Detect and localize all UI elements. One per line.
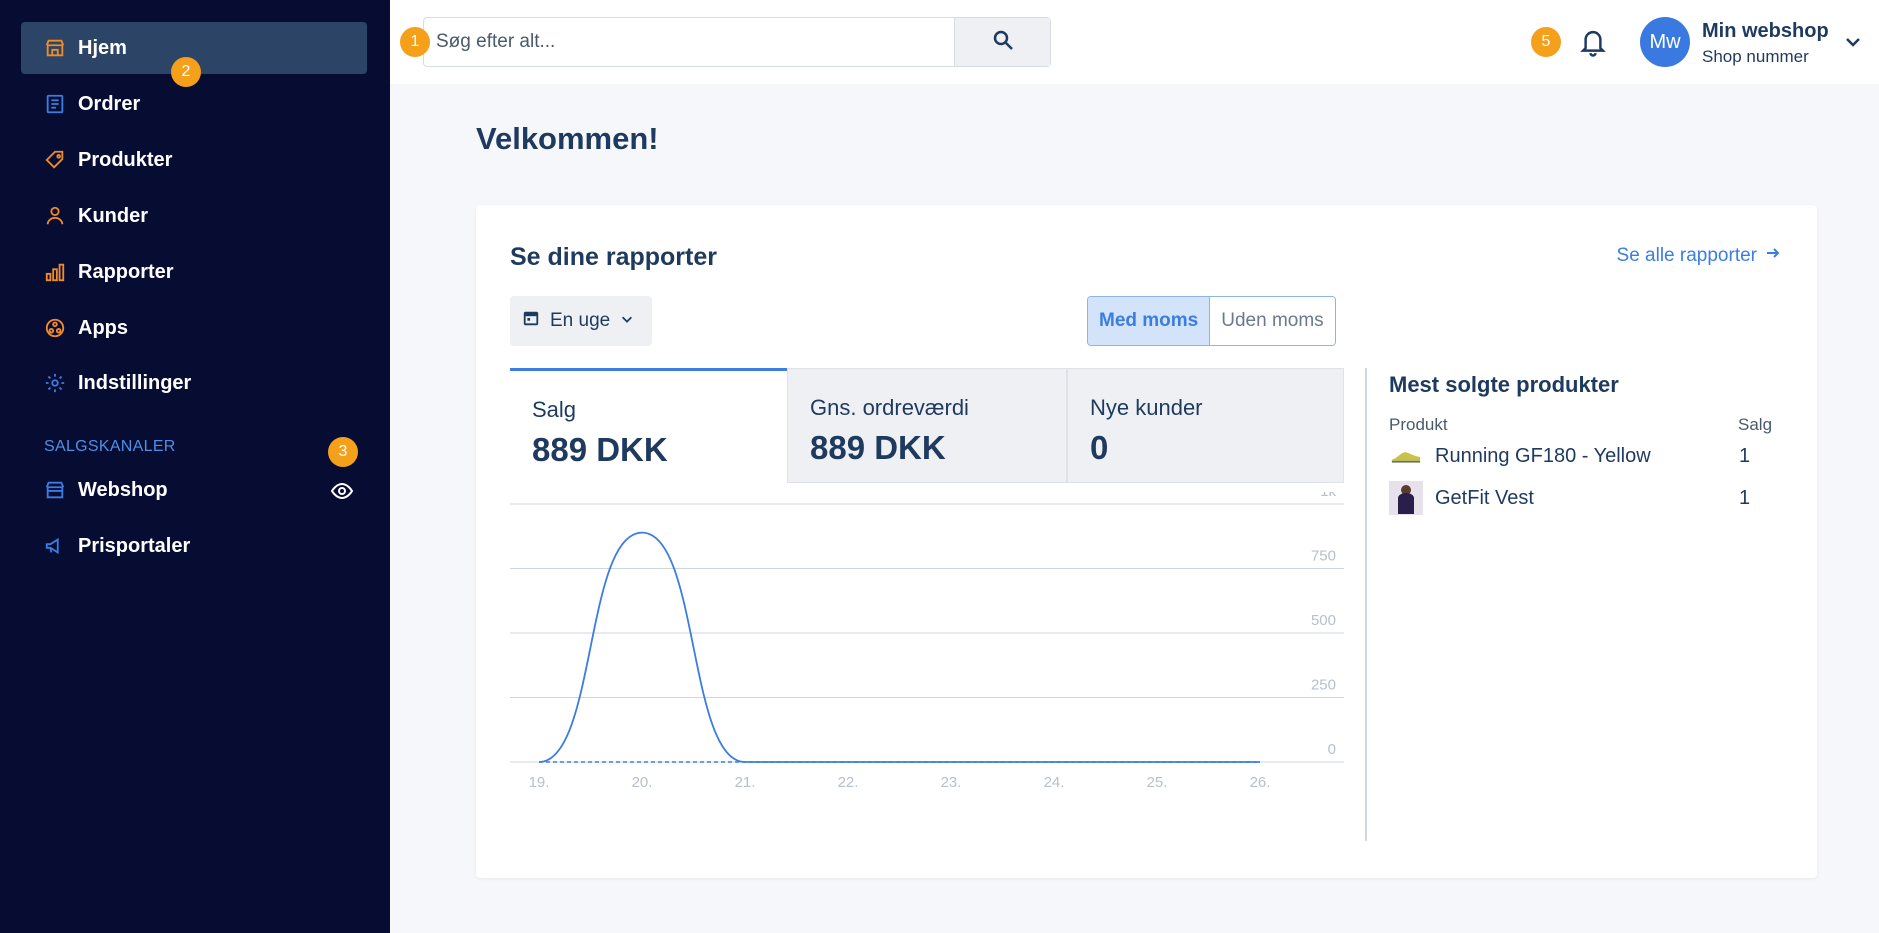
bell-icon[interactable] bbox=[1578, 26, 1608, 58]
vat-toggle: Med moms Uden moms bbox=[1087, 296, 1336, 346]
tile-avg-order[interactable]: Gns. ordreværdi 889 DKK bbox=[787, 368, 1067, 483]
tile-value: 889 DKK bbox=[810, 429, 946, 466]
sidebar-item-prisportaler[interactable]: Prisportaler bbox=[21, 520, 367, 572]
gear-icon bbox=[44, 372, 66, 394]
sidebar-item-label: Produkter bbox=[78, 148, 173, 171]
sidebar-item-indstillinger[interactable]: Indstillinger bbox=[21, 357, 367, 409]
product-row[interactable]: Running GF180 - Yellow bbox=[1389, 439, 1651, 473]
divider bbox=[1365, 368, 1367, 841]
calendar-icon bbox=[522, 309, 540, 333]
sidebar-item-label: Webshop bbox=[78, 478, 168, 501]
sidebar-item-label: Kunder bbox=[78, 204, 148, 227]
orders-icon bbox=[44, 93, 66, 115]
x-tick-label: 22. bbox=[838, 774, 859, 791]
product-name: Running GF180 - Yellow bbox=[1435, 444, 1651, 467]
period-select[interactable]: En uge bbox=[510, 296, 652, 346]
chevron-down-icon[interactable] bbox=[1843, 32, 1863, 52]
shop-number-label: Shop nummer bbox=[1702, 47, 1809, 66]
y-tick-label: 250 bbox=[1311, 677, 1336, 694]
webshop-icon bbox=[44, 479, 66, 501]
badge-1: 1 bbox=[400, 27, 430, 57]
sidebar-item-kunder[interactable]: Kunder bbox=[21, 190, 367, 242]
search-bar bbox=[423, 17, 1051, 67]
sidebar-item-label: Hjem bbox=[78, 36, 127, 59]
product-qty: 1 bbox=[1739, 487, 1751, 509]
sidebar-item-webshop[interactable]: Webshop bbox=[21, 464, 367, 516]
sidebar-item-rapporter[interactable]: Rapporter bbox=[21, 246, 367, 298]
chevron-down-icon bbox=[620, 310, 634, 332]
tile-new-customers[interactable]: Nye kunder 0 bbox=[1067, 368, 1344, 483]
avatar[interactable]: Mw bbox=[1640, 17, 1690, 67]
product-name: GetFit Vest bbox=[1435, 486, 1534, 509]
user-icon bbox=[44, 205, 66, 227]
y-tick-label: 1k bbox=[1320, 492, 1336, 500]
megaphone-icon bbox=[44, 535, 66, 557]
see-all-reports-link[interactable]: Se alle rapporter bbox=[1617, 245, 1781, 267]
badge-5: 5 bbox=[1531, 27, 1561, 57]
x-tick-label: 19. bbox=[529, 774, 550, 791]
tile-label: Salg bbox=[532, 397, 577, 422]
badge-3: 3 bbox=[328, 437, 358, 467]
apps-icon bbox=[44, 317, 66, 339]
sidebar-item-label: Apps bbox=[78, 316, 128, 339]
sidebar-item-apps[interactable]: Apps bbox=[21, 302, 367, 354]
product-row[interactable]: GetFit Vest bbox=[1389, 481, 1534, 515]
shoe-icon bbox=[1389, 439, 1423, 473]
sidebar-item-label: Rapporter bbox=[78, 260, 174, 283]
tile-value: 0 bbox=[1090, 429, 1109, 466]
col-head-product: Produkt bbox=[1389, 415, 1448, 434]
search-icon bbox=[991, 28, 1015, 57]
page-title: Velkommen! bbox=[476, 121, 659, 156]
sidebar-item-produkter[interactable]: Produkter bbox=[21, 134, 367, 186]
bar-chart-icon bbox=[44, 261, 66, 283]
sidebar-item-label: Ordrer bbox=[78, 92, 141, 115]
x-tick-label: 24. bbox=[1044, 774, 1065, 791]
y-tick-label: 500 bbox=[1311, 612, 1336, 629]
top-products-title: Mest solgte produkter bbox=[1389, 372, 1619, 397]
x-tick-label: 20. bbox=[632, 774, 653, 791]
sidebar-item-label: Indstillinger bbox=[78, 371, 192, 394]
x-tick-label: 21. bbox=[735, 774, 756, 791]
series-line bbox=[538, 531, 1260, 763]
tile-label: Gns. ordreværdi bbox=[810, 395, 969, 420]
reports-title: Se dine rapporter bbox=[510, 243, 717, 271]
y-tick-label: 0 bbox=[1328, 741, 1336, 758]
section-label-salgskanaler: SALGSKANALER bbox=[44, 438, 176, 455]
eye-icon[interactable] bbox=[330, 479, 354, 503]
see-all-label: Se alle rapporter bbox=[1616, 245, 1757, 266]
arrow-right-icon bbox=[1765, 245, 1781, 267]
badge-2: 2 bbox=[171, 57, 201, 87]
sidebar: Hjem Ordrer Produkter Kunder Rapporter A… bbox=[0, 0, 390, 933]
period-value: En uge bbox=[550, 310, 611, 331]
sidebar-item-label: Prisportaler bbox=[78, 534, 191, 557]
vest-icon bbox=[1389, 481, 1423, 515]
shop-name[interactable]: Min webshop bbox=[1702, 20, 1829, 43]
x-tick-label: 26. bbox=[1250, 774, 1271, 791]
vat-off-button[interactable]: Uden moms bbox=[1210, 297, 1335, 345]
vat-on-button[interactable]: Med moms bbox=[1088, 297, 1211, 345]
sales-chart: 0 250 500 750 1k 19. 20. 21. 22. 23. 24. 25. 26. bbox=[510, 492, 1344, 791]
store-icon bbox=[44, 37, 66, 59]
x-tick-label: 23. bbox=[941, 774, 962, 791]
search-button[interactable] bbox=[954, 18, 1050, 66]
tile-label: Nye kunder bbox=[1090, 395, 1203, 420]
col-head-sales: Salg bbox=[1738, 415, 1773, 434]
sidebar-item-ordrer[interactable]: Ordrer bbox=[21, 78, 367, 130]
y-tick-label: 750 bbox=[1311, 548, 1336, 565]
reports-card: Se dine rapporter Se alle rapporter En u… bbox=[476, 205, 1817, 878]
tag-icon bbox=[44, 149, 66, 171]
product-qty: 1 bbox=[1739, 445, 1751, 467]
search-input[interactable] bbox=[424, 18, 954, 66]
tile-salg[interactable]: Salg 889 DKK bbox=[510, 368, 787, 483]
x-tick-label: 25. bbox=[1147, 774, 1168, 791]
tile-value: 889 DKK bbox=[532, 431, 668, 468]
